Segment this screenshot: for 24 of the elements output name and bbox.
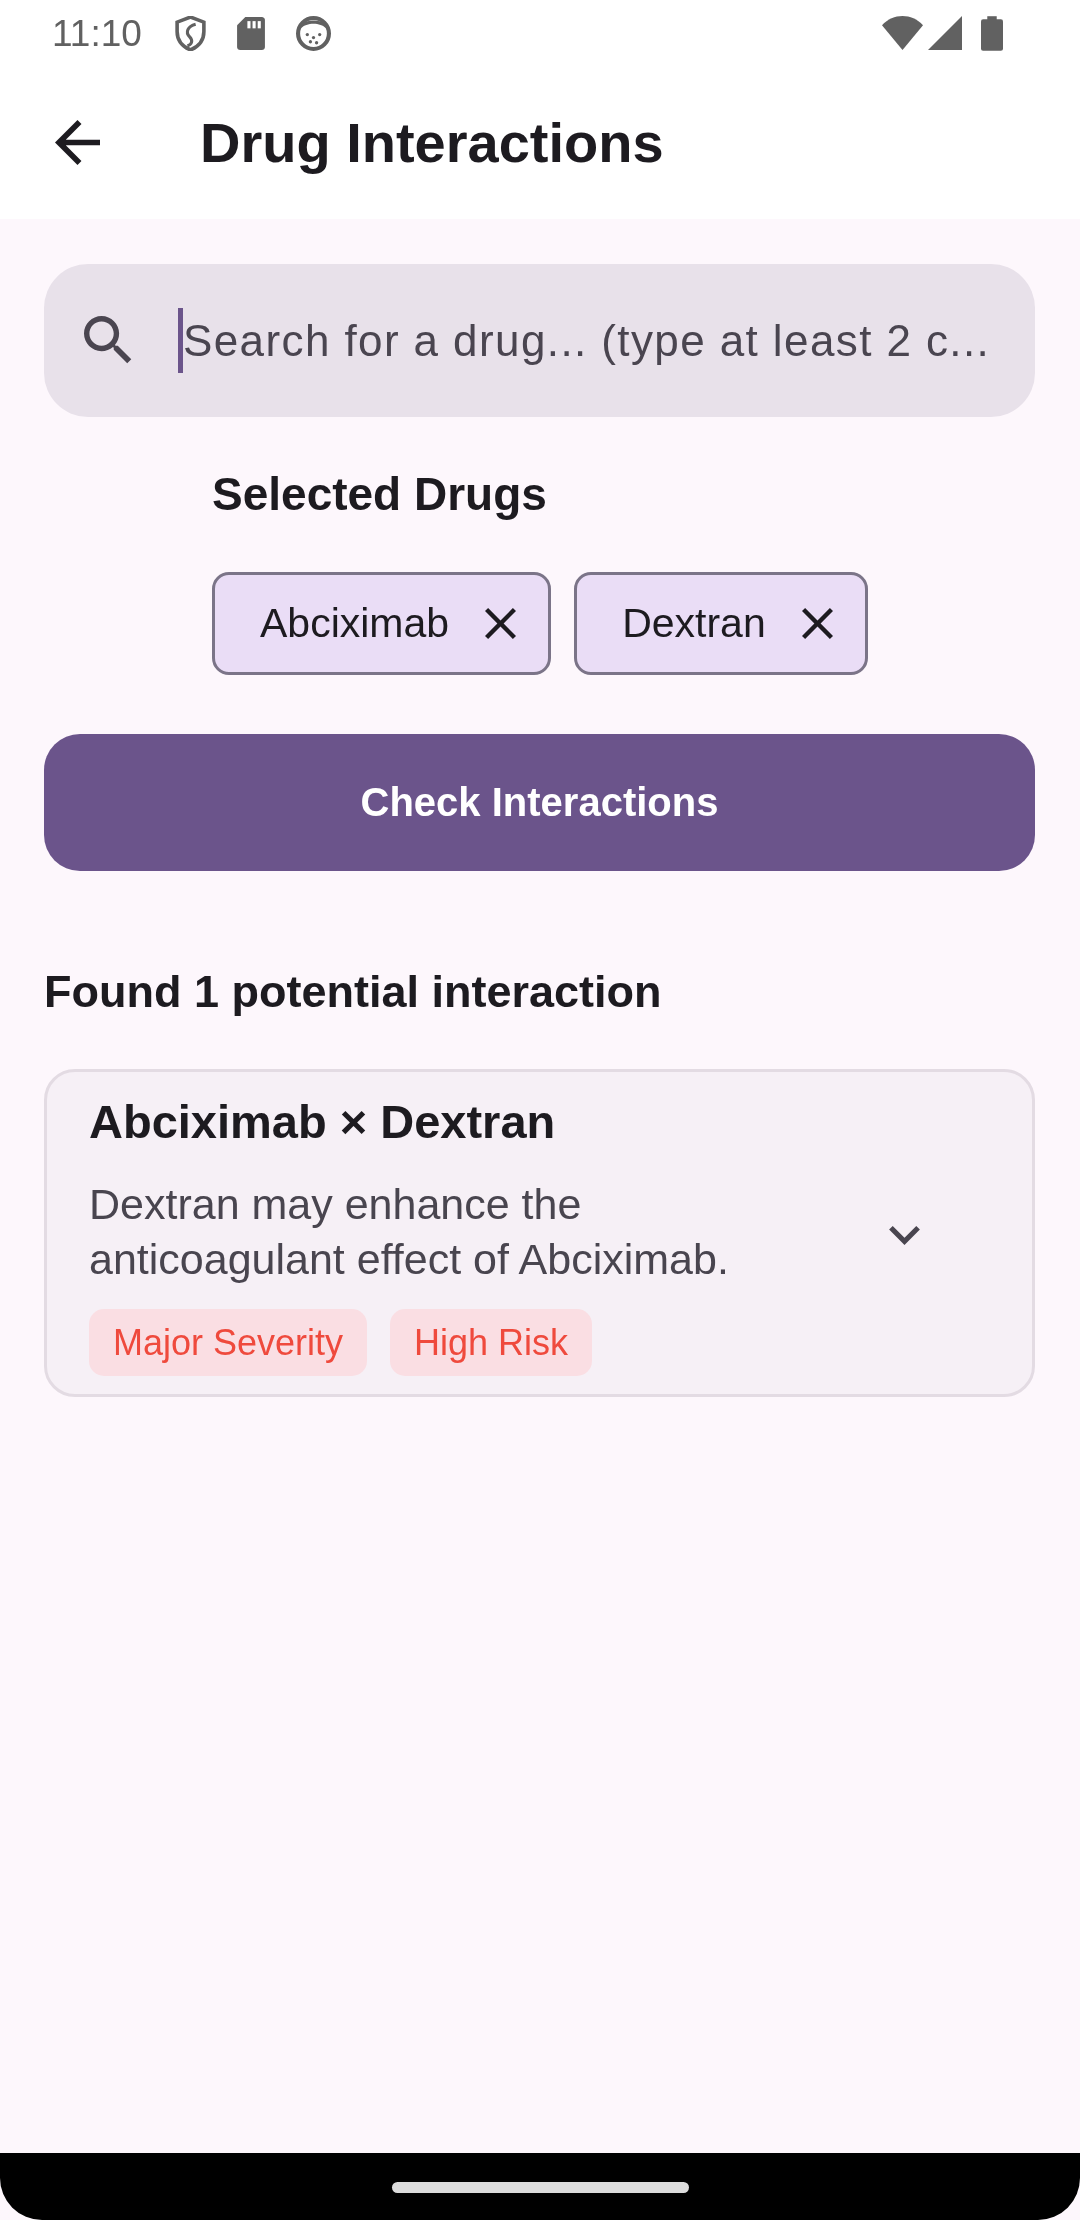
back-arrow-icon xyxy=(54,120,100,165)
close-icon[interactable] xyxy=(801,608,833,639)
check-interactions-button[interactable]: Check Interactions xyxy=(44,734,1035,871)
drug-chip[interactable]: Dextran xyxy=(574,572,868,675)
interaction-title: Abciximab × Dextran xyxy=(89,1094,557,1150)
shield-icon xyxy=(174,15,206,51)
wifi-icon xyxy=(882,16,923,50)
drug-chip[interactable]: Abciximab xyxy=(212,572,552,675)
sd-card-icon xyxy=(236,16,265,50)
signal-icon xyxy=(928,16,962,50)
close-icon[interactable] xyxy=(485,608,517,639)
search-icon xyxy=(84,315,134,366)
dotted-circle-icon xyxy=(295,15,331,51)
search-input[interactable]: Search for a drug... (type at least 2 c... xyxy=(183,310,1005,371)
status-time: 11:10 xyxy=(52,14,142,52)
battery-icon xyxy=(981,15,1003,51)
severity-tag: High Risk xyxy=(390,1309,593,1376)
chevron-icon[interactable] xyxy=(889,1225,920,1245)
interaction-card[interactable]: Abciximab × Dextran Dextran may enhance the anticoagulant effect of Abciximab. Major Severity High Risk xyxy=(44,1069,1035,1397)
results-heading: Found 1 potential interaction xyxy=(44,965,663,1019)
section-heading: Selected Drugs xyxy=(212,467,548,521)
search-field[interactable]: Search for a drug... (type at least 2 c... xyxy=(44,264,1035,417)
severity-tag: Major Severity xyxy=(89,1309,368,1376)
interaction-description: Dextran may enhance the anticoagulant effect of Abciximab. xyxy=(89,1179,730,1285)
